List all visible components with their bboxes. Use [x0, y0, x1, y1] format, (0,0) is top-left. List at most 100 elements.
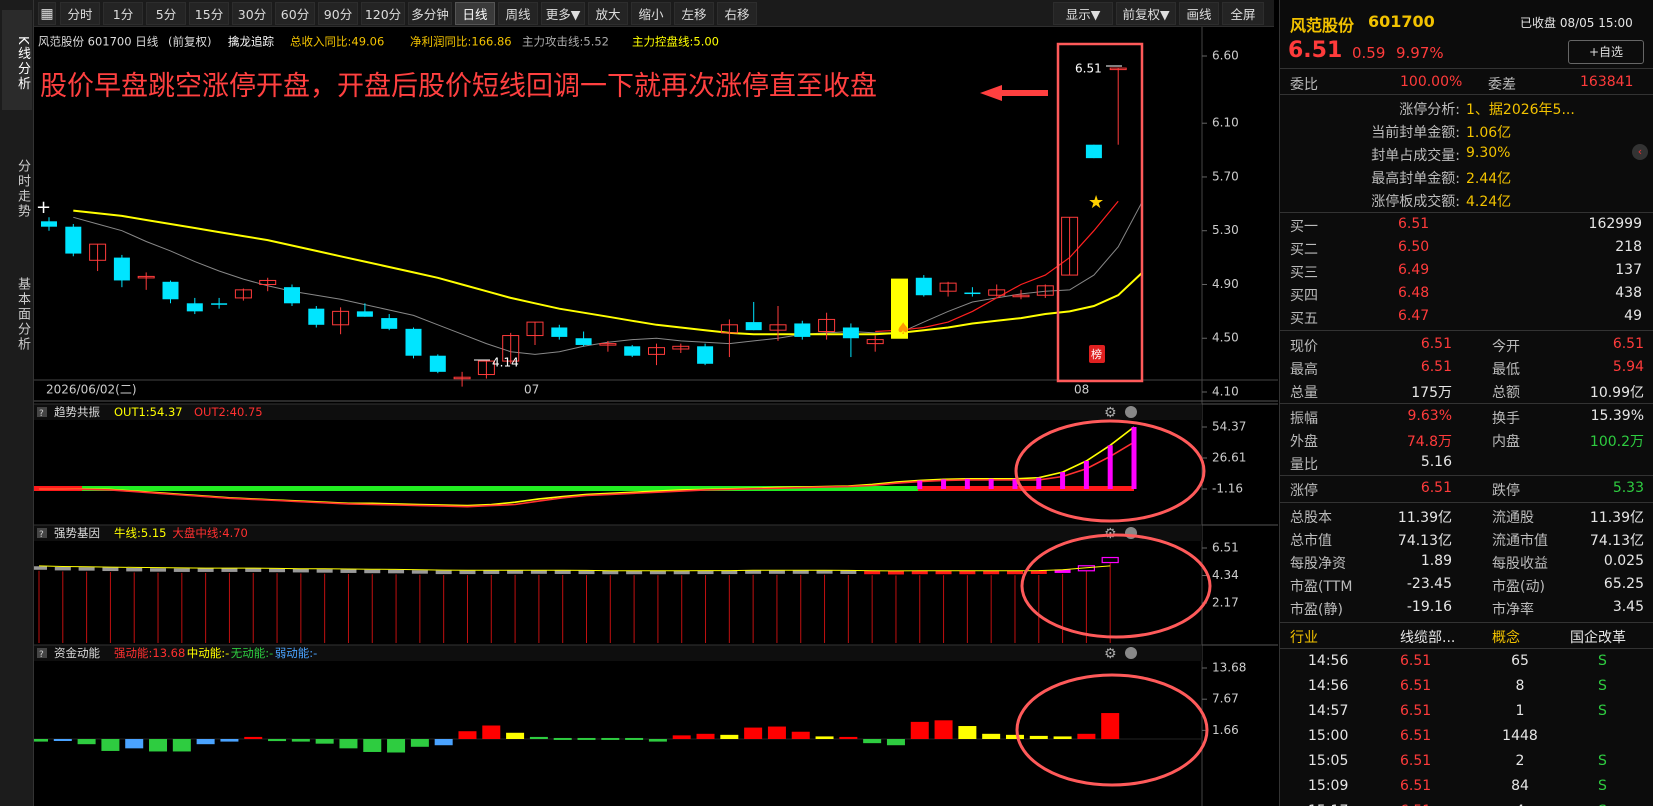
trend-bar-38 — [917, 480, 923, 489]
period-button-5[interactable]: 30分 — [232, 2, 272, 25]
tick-volume-2: 8 — [1515, 678, 1525, 694]
industry-value[interactable]: 线缆部... — [1400, 627, 1455, 647]
stats-label-a-2: 最高 — [1290, 362, 1318, 378]
stats2-value-a-2: 74.8万 — [1406, 434, 1452, 450]
candle-body-15 — [381, 318, 398, 329]
chart-area[interactable]: 风范股份 601700 日线 (前复权) 擒龙追踪 总收入同比:49.06 净利润同比:… — [34, 27, 1278, 806]
side-tab-1[interactable]: K线分析 — [2, 10, 32, 110]
panel-gear-icon-1[interactable]: ⚙ — [1104, 405, 1117, 421]
industry-label[interactable]: 行业 — [1290, 627, 1318, 647]
toolbar-right-button-2[interactable]: 前复权▼ — [1116, 2, 1176, 25]
tick-volume-6: 84 — [1511, 778, 1529, 794]
limit-value-3: 9.30% — [1466, 145, 1511, 161]
panel-gear-icon-3[interactable]: ⚙ — [1104, 646, 1117, 662]
period-button-8[interactable]: 120分 — [361, 2, 405, 25]
toolbar-right-button-3[interactable]: 画线 — [1179, 2, 1219, 25]
funds-bar-6 — [149, 739, 168, 752]
strong-bar-26 — [626, 570, 643, 575]
stock-name: 风范股份 — [1290, 16, 1355, 35]
funds-bar-32 — [767, 726, 786, 739]
panel-1-value-2: OUT2:40.75 — [194, 405, 263, 419]
strong-bar-30 — [721, 570, 738, 575]
limit-value-5: 4.24亿 — [1466, 194, 1512, 210]
panel-2-tick-1: 6.51 — [1212, 541, 1239, 555]
collapse-arrow-icon[interactable]: ‹ — [1632, 144, 1648, 160]
candle-body-11 — [284, 287, 300, 304]
panel-name-3: 资金动能 — [54, 646, 100, 660]
period-button-10[interactable]: 日线 — [455, 2, 495, 25]
stats4-value-b-4: 65.25 — [1603, 576, 1644, 592]
funds-bar-41 — [982, 733, 1001, 739]
stats-label-b-1: 今开 — [1492, 339, 1520, 355]
sidebar-divider-6 — [1280, 475, 1653, 476]
funds-bar-30 — [720, 734, 739, 739]
strong-bar-1 — [34, 566, 47, 570]
funds-bar-26 — [625, 737, 644, 740]
period-button-4[interactable]: 15分 — [189, 2, 229, 25]
bid-label-1: 买一 — [1290, 219, 1318, 235]
price-tick-label-1: 6.60 — [1212, 49, 1239, 63]
stats4-value-a-3: 1.89 — [1420, 553, 1452, 569]
side-tab-3[interactable]: 基本面分析 — [2, 250, 32, 370]
high-price-label: 6.51 — [1075, 62, 1102, 76]
period-button-16[interactable]: 右移 — [717, 2, 757, 25]
trend-bar-44 — [1060, 472, 1066, 489]
strong-bar-25 — [602, 570, 619, 575]
add-watchlist-button[interactable]: +自选 — [1568, 40, 1644, 64]
side-tab-2[interactable]: 分时走势 — [2, 130, 32, 240]
candle-body-7 — [186, 303, 203, 312]
period-button-3[interactable]: 5分 — [146, 2, 186, 25]
period-button-7[interactable]: 90分 — [318, 2, 358, 25]
strong-bar-28 — [673, 570, 690, 575]
period-button-2[interactable]: 1分 — [103, 2, 143, 25]
panel-2-tick-3: 2.17 — [1212, 596, 1239, 610]
strong-bar-12 — [292, 568, 309, 573]
period-button-13[interactable]: 放大 — [588, 2, 628, 25]
candle-body-8 — [211, 303, 228, 305]
stats4-label-a-1: 总股本 — [1290, 510, 1332, 526]
toolbar-right-button-1[interactable]: 显示▼ — [1053, 2, 1113, 25]
strong-bar-27 — [649, 570, 666, 575]
candle-body-23 — [575, 338, 592, 345]
panel-help-glyph-1: ? — [39, 409, 44, 419]
info-bar-text-2: (前复权) — [168, 35, 211, 49]
strong-bar-35 — [840, 570, 857, 574]
period-button-9[interactable]: 多分钟 — [408, 2, 452, 25]
info-bar-text-7: 主力控盘线:5.00 — [632, 35, 719, 49]
panel-close-icon-3[interactable] — [1125, 647, 1137, 659]
stats4-label-a-2: 总市值 — [1290, 533, 1332, 549]
period-button-1[interactable]: 分时 — [60, 2, 100, 25]
concept-label[interactable]: 概念 — [1492, 627, 1520, 647]
funds-bar-39 — [934, 720, 953, 739]
funds-bar-2 — [53, 739, 72, 741]
funds-bar-23 — [553, 737, 572, 740]
price-tick-label-5: 4.90 — [1212, 277, 1239, 291]
period-button-12[interactable]: 更多▼ — [541, 2, 585, 25]
quote-sidebar: 风范股份 601700 已收盘 08/05 15:00 6.51 0.59 9.97% +自… — [1279, 0, 1653, 806]
toolbar-right-button-4[interactable]: 全屏 — [1222, 2, 1264, 25]
trend-bar-41 — [988, 478, 994, 489]
date-label-3: 08 — [1074, 383, 1089, 397]
period-button-6[interactable]: 60分 — [275, 2, 315, 25]
funds-bar-45 — [1077, 733, 1096, 739]
concept-value[interactable]: 国企改革 — [1570, 627, 1626, 647]
period-button-14[interactable]: 缩小 — [631, 2, 671, 25]
stats2-label-a-1: 振幅 — [1290, 411, 1318, 427]
period-button-11[interactable]: 周线 — [498, 2, 538, 25]
stats4-value-a-2: 74.13亿 — [1397, 533, 1452, 549]
stats-value-b-2: 5.94 — [1612, 359, 1644, 375]
panel-close-icon-1[interactable] — [1125, 406, 1137, 418]
candle-body-30 — [745, 322, 762, 331]
funds-bar-28 — [672, 735, 691, 739]
panel-1-tick-3: -1.16 — [1212, 482, 1243, 496]
grid-icon[interactable]: ▦ — [38, 2, 56, 25]
period-button-15[interactable]: 左移 — [674, 2, 714, 25]
stats-label-a-3: 总量 — [1290, 385, 1318, 401]
panel-3-tick-2: 7.67 — [1212, 692, 1239, 706]
tick-volume-1: 65 — [1511, 653, 1529, 669]
panel-2-value-1: 牛线:5.15 — [114, 526, 166, 540]
limit-label-2: 当前封单金额: — [1371, 125, 1460, 141]
tick-time-1: 14:56 — [1308, 653, 1349, 669]
funds-bar-24 — [577, 737, 596, 740]
strong-bar-42 — [1006, 570, 1023, 575]
